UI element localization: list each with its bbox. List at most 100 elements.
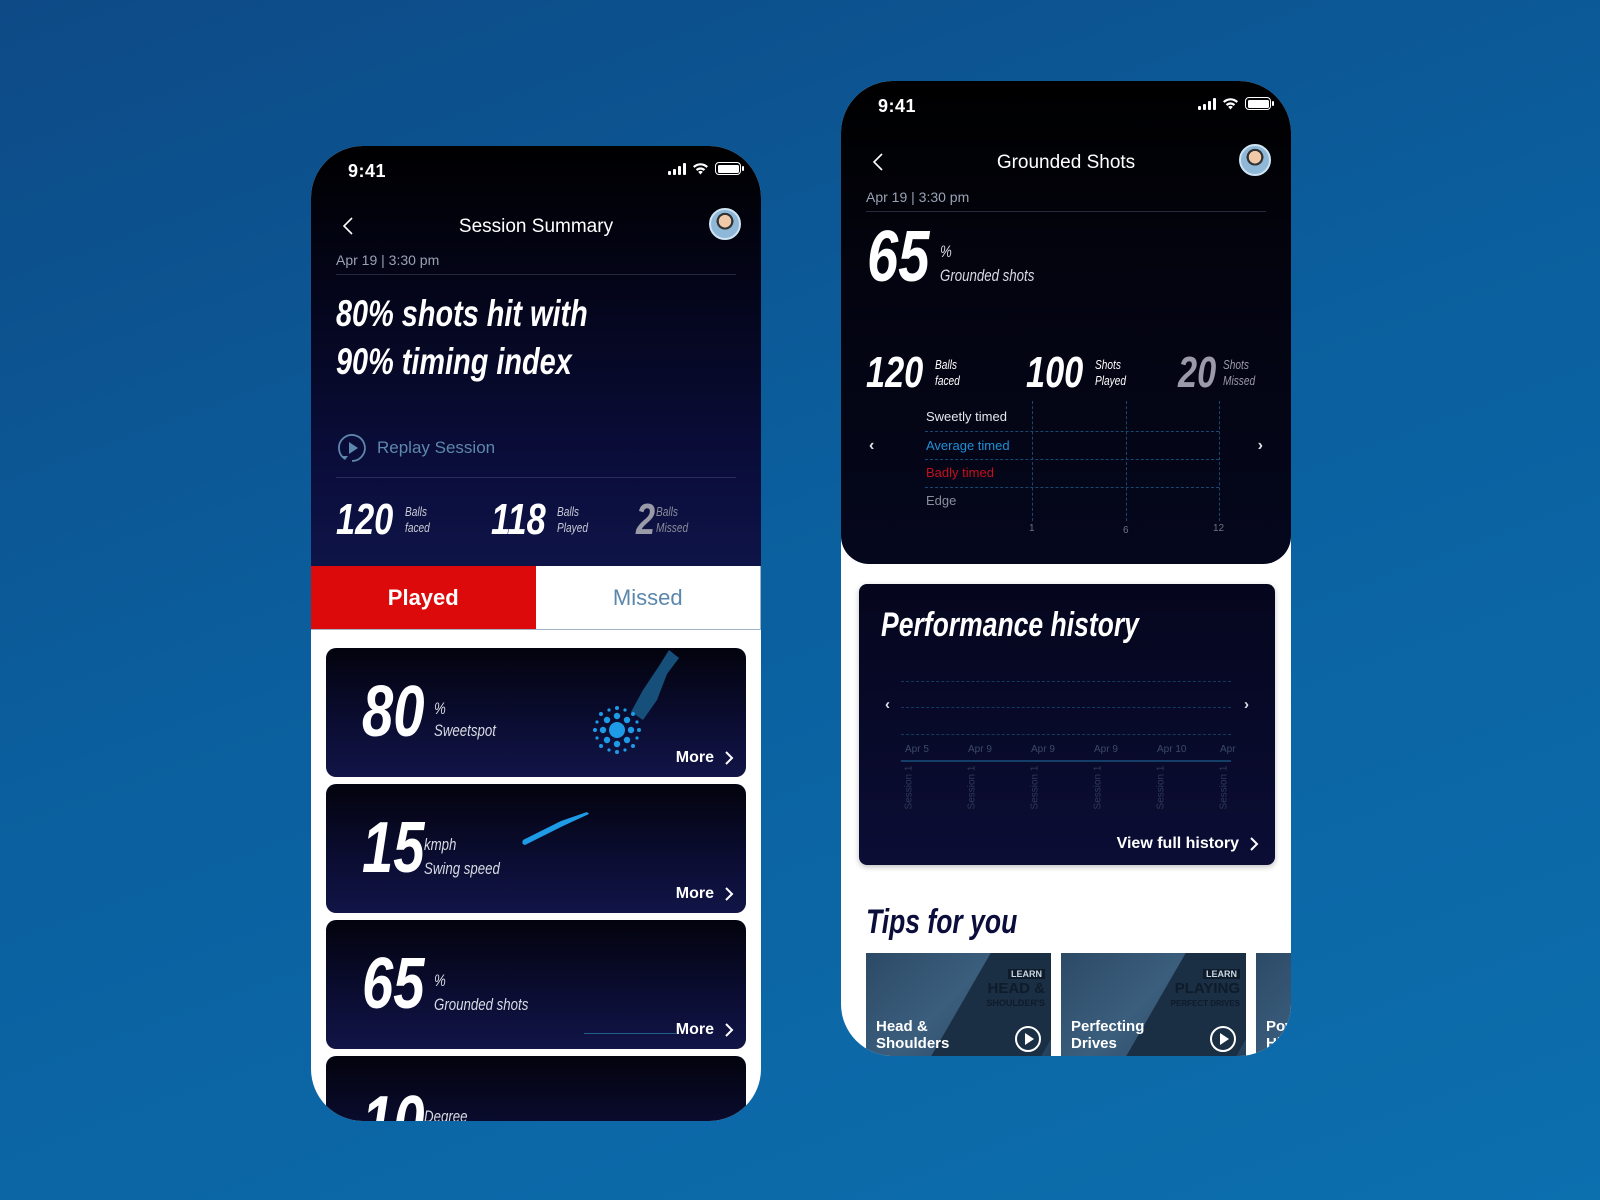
tips-carousel: LEARN HEAD & SHOULDER'S Head & Shoulders … bbox=[866, 953, 1291, 1056]
signal-icon bbox=[668, 162, 686, 175]
grid-v-6 bbox=[1126, 401, 1127, 521]
wifi-icon bbox=[693, 163, 708, 175]
avatar[interactable] bbox=[1239, 144, 1271, 176]
replay-session-button[interactable]: Replay Session bbox=[336, 432, 495, 464]
history-next-button[interactable]: › bbox=[1244, 696, 1249, 713]
more-link[interactable]: More bbox=[676, 1021, 734, 1039]
chevron-right-icon bbox=[725, 751, 734, 765]
history-grid-2 bbox=[901, 707, 1231, 708]
stat-value: 100 bbox=[1026, 348, 1084, 397]
stat-balls-played: 118 Balls Played bbox=[491, 498, 636, 542]
battery-icon bbox=[715, 162, 744, 175]
metric-unit: % bbox=[434, 699, 446, 718]
history-session-tick: Session 1 bbox=[1218, 765, 1230, 810]
battery-icon bbox=[1245, 97, 1274, 110]
grounded-header: 9:41 Grounded Shots Apr 19 | 3:30 pm 65 … bbox=[841, 81, 1291, 564]
stat-label: Balls faced bbox=[935, 357, 961, 388]
performance-history-card: Performance history ‹ › Apr 5 Session 1 Ap… bbox=[859, 584, 1275, 865]
stat-value: 20 bbox=[1178, 348, 1217, 397]
avatar[interactable] bbox=[709, 208, 741, 240]
tip-card-head-shoulders[interactable]: LEARN HEAD & SHOULDER'S Head & Shoulders bbox=[866, 953, 1051, 1056]
grounded-percentage: 65 bbox=[867, 217, 930, 297]
nav-bar: Session Summary bbox=[311, 208, 761, 248]
stat-balls-faced: 120 Balls faced bbox=[336, 498, 491, 542]
chart-prev-button[interactable]: ‹ bbox=[869, 437, 874, 455]
x-tick: 6 bbox=[1123, 525, 1129, 536]
stat-label: Shots Missed bbox=[1222, 357, 1256, 388]
shot-stats: 120 Balls faced 100 Shots Played 20 Shots M… bbox=[866, 351, 1266, 395]
session-summary-screen: 9:41 Session Summary Apr 19 | 3:30 pm 80… bbox=[311, 146, 761, 1121]
session-date: Apr 19 | 3:30 pm bbox=[866, 189, 1266, 212]
stat-label: Balls faced bbox=[405, 504, 431, 535]
timing-chart: ‹ › Sweetly timed Average timed Badly ti… bbox=[841, 401, 1291, 541]
history-date-tick: Apr 10 bbox=[1157, 744, 1187, 755]
chevron-right-icon bbox=[725, 887, 734, 901]
metric-value: 80 bbox=[362, 672, 425, 752]
tip-card-partial[interactable]: PowHi bbox=[1256, 953, 1291, 1056]
view-full-history-link[interactable]: View full history bbox=[1117, 835, 1259, 853]
chevron-right-icon bbox=[1250, 837, 1259, 851]
x-tick: 12 bbox=[1213, 523, 1225, 534]
metric-label: Grounded shots bbox=[434, 995, 529, 1014]
metric-value: 65 bbox=[362, 944, 425, 1024]
tab-missed[interactable]: Missed bbox=[535, 566, 760, 629]
headline-line-2: 90% timing index bbox=[336, 341, 572, 382]
stat-value: 2 bbox=[636, 495, 656, 544]
view-full-history-label: View full history bbox=[1116, 835, 1239, 852]
tip-label: Head & Shoulders bbox=[876, 1018, 950, 1052]
played-missed-tabs: Played Missed bbox=[311, 566, 761, 630]
stat-value: 120 bbox=[336, 495, 394, 544]
tips-title: Tips for you bbox=[866, 903, 1018, 941]
stat-label: Balls Missed bbox=[656, 504, 689, 535]
history-grid-1 bbox=[901, 681, 1231, 682]
grounded-shots-screen: 9:41 Grounded Shots Apr 19 | 3:30 pm 65 … bbox=[841, 81, 1291, 1056]
stat-value: 118 bbox=[491, 495, 546, 544]
tip-label: PowHi bbox=[1266, 1018, 1291, 1052]
history-axis bbox=[901, 760, 1231, 762]
stat-balls-faced: 120 Balls faced bbox=[866, 351, 1026, 395]
stat-label: Shots Played bbox=[1095, 357, 1127, 388]
metric-card-sweetspot[interactable]: 80 % Sweetspot More bbox=[326, 648, 746, 777]
signal-icon bbox=[1198, 97, 1216, 110]
tip-poster-text: LEARN HEAD & SHOULDER'S bbox=[986, 969, 1045, 1008]
history-prev-button[interactable]: ‹ bbox=[885, 696, 890, 713]
status-bar: 9:41 bbox=[841, 81, 1291, 131]
headline-line-1: 80% shots hit with bbox=[336, 293, 588, 334]
ball-stats: 120 Balls faced 118 Balls Played 2 Balls Mi… bbox=[336, 498, 736, 542]
play-icon[interactable] bbox=[1210, 1026, 1236, 1052]
metric-card-degree[interactable]: 10 Degree bbox=[326, 1056, 746, 1121]
replay-icon bbox=[338, 434, 366, 462]
tab-played[interactable]: Played bbox=[311, 566, 536, 629]
history-session-tick: Session 1 bbox=[966, 765, 978, 810]
stat-value: 120 bbox=[866, 348, 924, 397]
performance-history-title: Performance history bbox=[881, 606, 1139, 644]
chart-next-button[interactable]: › bbox=[1258, 437, 1263, 455]
tip-card-perfecting-drives[interactable]: LEARN PLAYING PERFECT DRIVES Perfecting D… bbox=[1061, 953, 1246, 1056]
metric-value: 10 bbox=[362, 1086, 424, 1121]
metric-card-swing-speed[interactable]: 15 kmph Swing speed More bbox=[326, 784, 746, 913]
history-date-tick: Apr bbox=[1220, 744, 1236, 755]
history-session-tick: Session 1 bbox=[1029, 765, 1041, 810]
nav-bar: Grounded Shots bbox=[841, 144, 1291, 184]
more-label: More bbox=[675, 885, 714, 902]
play-icon[interactable] bbox=[1015, 1026, 1041, 1052]
history-date-tick: Apr 5 bbox=[905, 744, 929, 755]
more-link[interactable]: More bbox=[676, 885, 734, 903]
grounded-label: Grounded shots bbox=[940, 266, 1035, 285]
status-bar: 9:41 bbox=[311, 146, 761, 196]
headline: 80% shots hit with 90% timing index bbox=[336, 290, 659, 386]
row-label-sweetly-timed: Sweetly timed bbox=[926, 409, 1007, 424]
divider bbox=[336, 477, 736, 478]
more-label: More bbox=[675, 749, 714, 766]
ground-line bbox=[584, 1033, 676, 1034]
wifi-icon bbox=[1223, 98, 1238, 110]
tip-poster-text: LEARN PLAYING PERFECT DRIVES bbox=[1170, 969, 1240, 1008]
more-link[interactable]: More bbox=[676, 749, 734, 767]
row-label-average-timed: Average timed bbox=[926, 438, 1010, 453]
metric-card-grounded-shots[interactable]: 65 % Grounded shots More bbox=[326, 920, 746, 1049]
history-grid-3 bbox=[901, 734, 1231, 735]
page-title: Grounded Shots bbox=[996, 152, 1136, 173]
metric-unit: % bbox=[434, 971, 446, 990]
stat-shots-missed: 20 Shots Missed bbox=[1178, 351, 1264, 395]
metric-unit: Degree bbox=[424, 1107, 468, 1121]
